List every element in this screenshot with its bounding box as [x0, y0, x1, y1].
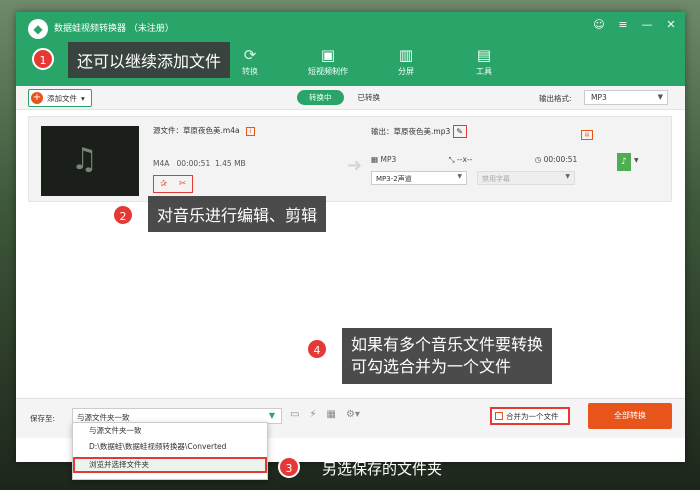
feedback-icon[interactable]: ☺: [593, 18, 605, 31]
callout-edit-music: 对音乐进行编辑、剪辑: [148, 196, 327, 232]
callout-add-files: 还可以继续添加文件: [68, 42, 231, 78]
save-location-dropdown: 与源文件夹一致 D:\数据蛙\数据蛙视频转换器\Converted 浏览并选择文…: [72, 422, 268, 480]
split-icon: ▥: [398, 46, 414, 64]
source-meta: M4A 00:00:51 1.45 MB: [153, 159, 246, 168]
chevron-down-icon[interactable]: ▼: [269, 411, 275, 420]
output-info-icon[interactable]: ▤: [581, 130, 593, 140]
step-badge-3: 3: [278, 456, 300, 478]
status-toggle: 转换中 已转换: [297, 90, 394, 105]
dropdown-item-default-path[interactable]: D:\数据蛙\数据蛙视频转换器\Converted: [73, 439, 267, 455]
callout-merge-files: 如果有多个音乐文件要转换 可勾选合并为一个文件: [342, 328, 553, 384]
info-icon[interactable]: i: [245, 127, 255, 136]
rename-icon[interactable]: ✎: [452, 125, 467, 138]
hardware-accel-icon[interactable]: ▦: [326, 409, 335, 420]
settings-icon[interactable]: ⚙▾: [346, 409, 360, 420]
dropdown-item-browse[interactable]: 浏览并选择文件夹: [73, 457, 267, 473]
callout-choose-folder: 另选保存的文件夹: [322, 460, 443, 478]
image-icon: ▣: [320, 46, 336, 64]
app-title: 数据蛙视频转换器 （未注册）: [54, 24, 174, 34]
close-icon[interactable]: ✕: [665, 18, 677, 31]
edit-icon[interactable]: ✰: [160, 179, 168, 189]
cut-icon[interactable]: ✂: [179, 179, 187, 189]
step-badge-1: 1: [32, 48, 54, 70]
output-meta: ▦ MP3 ⤡ --x-- ◷ 00:00:51: [371, 155, 578, 164]
music-note-icon: ♫: [71, 142, 98, 177]
edit-tools: ✰ ✂: [153, 175, 193, 193]
resolution-icon: ⤡: [448, 155, 455, 164]
chevron-down-icon: ▼: [457, 173, 462, 180]
minimize-icon[interactable]: —: [641, 18, 653, 31]
main-tabs: ⟳ 转换 ▣ 短视频制作 ▥ 分屏 ▤ 工具: [211, 44, 523, 77]
subtitle-select[interactable]: 禁用字幕 ▼: [477, 171, 575, 185]
dropdown-item-same-folder[interactable]: 与源文件夹一致: [73, 423, 267, 439]
tab-split-screen[interactable]: ▥ 分屏: [367, 44, 445, 77]
tab-converted[interactable]: 已转换: [344, 90, 395, 105]
plus-icon: +: [31, 92, 43, 104]
tab-short-video[interactable]: ▣ 短视频制作: [289, 44, 367, 77]
window-controls: ☺ ≡ — ✕: [593, 18, 677, 31]
step-badge-2: 2: [112, 204, 134, 226]
toolbar: + 添加文件 ▾ 转换中 已转换 输出格式: MP3 ▼: [16, 86, 685, 110]
chevron-down-icon: ▼: [565, 173, 570, 180]
chevron-down-icon: ▼: [657, 93, 663, 101]
output-file: 输出：草原夜色美.mp3 ✎: [371, 125, 467, 138]
chevron-down-icon: ▾: [81, 93, 85, 103]
tab-converting[interactable]: 转换中: [297, 90, 344, 105]
format-profile-icon[interactable]: ♪: [617, 153, 631, 171]
folder-icon[interactable]: ▭: [290, 409, 299, 420]
add-file-button[interactable]: + 添加文件 ▾: [28, 89, 92, 107]
merge-checkbox[interactable]: 合并为一个文件: [490, 407, 570, 425]
output-format-select[interactable]: MP3 ▼: [584, 90, 668, 105]
speed-icon[interactable]: ⚡: [309, 409, 316, 420]
menu-icon[interactable]: ≡: [617, 18, 629, 31]
file-thumbnail[interactable]: ♫: [41, 126, 139, 196]
step-badge-4: 4: [306, 338, 328, 360]
clock-icon: ◷: [534, 155, 542, 164]
audio-channel-select[interactable]: MP3-2声道 ▼: [371, 171, 467, 185]
tab-tools[interactable]: ▤ 工具: [445, 44, 523, 77]
source-file: 源文件：草原夜色美.m4a i: [153, 125, 255, 136]
file-item: ♫ 源文件：草原夜色美.m4a i M4A 00:00:51 1.45 MB ✰…: [28, 116, 672, 202]
save-to-label: 保存至:: [30, 414, 56, 423]
output-format-label: 输出格式:: [539, 94, 572, 103]
app-window: ◆ 数据蛙视频转换器 （未注册） ☺ ≡ — ✕ ⟳ 转换 ▣ 短视频制作 ▥ …: [16, 12, 685, 462]
arrow-right-icon: ➜: [347, 155, 363, 176]
app-logo-icon: ◆: [28, 19, 48, 39]
convert-all-button[interactable]: 全部转换: [588, 403, 672, 429]
audio-format-icon: ▦: [371, 155, 379, 164]
toolbox-icon: ▤: [476, 46, 492, 64]
chevron-down-icon[interactable]: ▼: [634, 157, 639, 164]
bottom-tools: ▭ ⚡ ▦ ⚙▾: [290, 409, 360, 420]
checkbox[interactable]: [495, 412, 503, 420]
